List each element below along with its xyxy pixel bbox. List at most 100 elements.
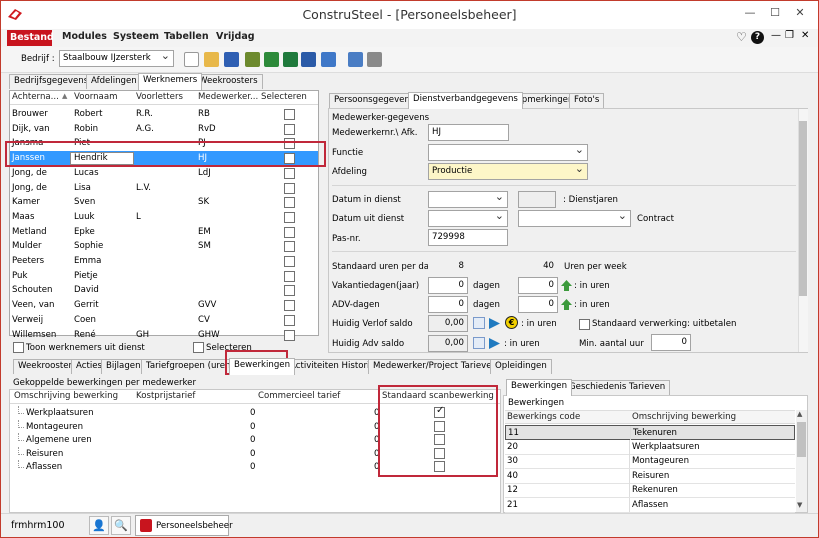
side-scroll-down-icon[interactable]: ▼: [797, 501, 802, 509]
employee-row[interactable]: Verweij Coen CV: [10, 313, 318, 328]
col-voornaam[interactable]: Voornaam: [74, 92, 117, 102]
adv-arrow-icon[interactable]: [561, 299, 572, 310]
mdi-close-button[interactable]: ✕: [801, 30, 809, 41]
standaard-scan-checkbox[interactable]: [434, 405, 445, 418]
print-icon[interactable]: [367, 52, 382, 67]
tab-tariefgroepen[interactable]: Tariefgroepen (uren): [141, 359, 239, 374]
mdi-minimize-button[interactable]: —: [771, 30, 781, 41]
tab-bewerkingen[interactable]: Bewerkingen: [229, 358, 296, 375]
bewerking-row[interactable]: Aflassen 0 0: [10, 460, 500, 475]
menu-vrijdag[interactable]: Vrijdag: [216, 31, 255, 42]
menu-systeem[interactable]: Systeem: [113, 31, 159, 42]
col-selecteren[interactable]: Selecteren: [261, 92, 307, 102]
employee-row[interactable]: Puk Pietje: [10, 269, 318, 284]
selecteren-all-checkbox[interactable]: [193, 342, 204, 353]
form-scrollbar-thumb[interactable]: [799, 121, 807, 296]
adv-dagen-input[interactable]: 0: [428, 296, 468, 313]
filter-icon[interactable]: [245, 52, 260, 67]
verlof-arrow-icon[interactable]: [489, 318, 500, 329]
employee-select-checkbox[interactable]: [284, 241, 295, 253]
adv-refresh-icon[interactable]: [473, 337, 485, 349]
vakantie-arrow-icon[interactable]: [561, 280, 572, 291]
employee-row[interactable]: Schouten David: [10, 283, 318, 298]
word-icon[interactable]: [301, 52, 316, 67]
tab-opleidingen[interactable]: Opleidingen: [490, 359, 552, 374]
medewerkernr-input[interactable]: HJ: [428, 124, 509, 141]
new-document-icon[interactable]: [184, 52, 199, 67]
employee-select-checkbox[interactable]: [284, 109, 295, 120]
open-folder-icon[interactable]: [204, 52, 219, 67]
employee-select-checkbox[interactable]: [284, 300, 295, 312]
datum-in-dienst-select[interactable]: [428, 190, 508, 208]
side-scroll-up-icon[interactable]: ▲: [797, 410, 802, 418]
side-row[interactable]: 30 Montageuren: [505, 454, 795, 469]
datum-uit-dienst-select[interactable]: [428, 209, 508, 227]
employee-first-edit[interactable]: Hendrik: [70, 152, 134, 166]
menu-modules[interactable]: Modules: [62, 31, 107, 42]
col-medewerker[interactable]: Medewerker...: [198, 92, 258, 102]
tab-fotos[interactable]: Foto's: [569, 93, 605, 108]
standaard-scan-checkbox[interactable]: [434, 434, 445, 445]
preview-icon[interactable]: [348, 52, 363, 67]
employee-row[interactable]: Veen, van Gerrit GVV: [10, 298, 318, 313]
employee-select-checkbox[interactable]: [284, 211, 295, 223]
employee-select-checkbox[interactable]: [284, 256, 295, 267]
side-row[interactable]: 40 Reisuren: [505, 468, 795, 484]
employee-select-checkbox[interactable]: [284, 226, 295, 238]
col-side-omschrijving[interactable]: Omschrijving bewerking: [632, 412, 736, 422]
employee-row[interactable]: Jansma Piet PJ: [10, 136, 318, 151]
col-omschrijving[interactable]: Omschrijving bewerking: [14, 391, 118, 401]
employee-row[interactable]: Dijk, van Robin A.G. RvD: [10, 122, 318, 137]
employee-select-checkbox[interactable]: [284, 138, 295, 150]
adv-uren-input[interactable]: 0: [518, 296, 558, 313]
tab-medewerker-project-tarieven[interactable]: Medewerker/Project Tarieven: [368, 359, 502, 374]
export-icon[interactable]: [264, 52, 279, 67]
employee-select-checkbox[interactable]: [284, 329, 295, 341]
tab-bedrijfsgegevens[interactable]: Bedrijfsgegevens: [9, 74, 94, 89]
verlof-refresh-icon[interactable]: [473, 317, 485, 329]
bedrijf-select[interactable]: Staalbouw IJzersterk: [59, 49, 174, 67]
heart-icon[interactable]: ♡: [736, 30, 747, 44]
pas-nr-input[interactable]: 729998: [428, 229, 508, 246]
tab-dienstverbandgegevens[interactable]: Dienstverbandgegevens: [408, 92, 523, 109]
tab-bijlagen[interactable]: Bijlagen: [101, 359, 146, 374]
side-scrollbar-thumb[interactable]: [797, 422, 806, 457]
side-row[interactable]: 21 Aflassen: [505, 497, 795, 513]
tab-side-bewerkingen[interactable]: Bewerkingen: [506, 379, 573, 396]
tab-geschiedenis-tarieven[interactable]: Geschiedenis Tarieven: [564, 380, 671, 395]
menu-bestand[interactable]: Bestand: [7, 30, 54, 46]
employee-row[interactable]: Maas Luuk L: [10, 210, 318, 225]
employee-select-checkbox[interactable]: [284, 182, 295, 194]
col-standaard-scan[interactable]: Standaard scanbewerking: [382, 391, 494, 401]
toon-uit-dienst-checkbox[interactable]: [13, 342, 24, 353]
search-icon[interactable]: 🔍: [111, 516, 131, 535]
add-user-icon[interactable]: 👤: [89, 516, 109, 535]
employee-row[interactable]: JanssenHendrikHJHendrik: [10, 151, 318, 167]
employee-select-checkbox[interactable]: [284, 123, 295, 135]
employee-select-checkbox[interactable]: [284, 153, 295, 165]
employee-select-checkbox[interactable]: [284, 167, 295, 179]
employee-select-checkbox[interactable]: [284, 270, 295, 282]
employee-row[interactable]: Brouwer Robert R.R. RB: [10, 107, 318, 122]
mdi-restore-button[interactable]: ❐: [785, 30, 794, 41]
vakantie-uren-input[interactable]: 0: [518, 277, 558, 294]
employee-row[interactable]: Willemsen René GH GHW: [10, 328, 318, 343]
adv-saldo-arrow-icon[interactable]: [489, 338, 500, 349]
tab-afdelingen[interactable]: Afdelingen: [86, 74, 142, 89]
help-icon[interactable]: ?: [751, 31, 764, 44]
employee-row[interactable]: Peeters Emma: [10, 254, 318, 269]
employee-row[interactable]: Metland Epke EM: [10, 225, 318, 240]
tab-weekroosters[interactable]: Weekroosters: [194, 74, 263, 89]
employee-row[interactable]: Kamer Sven SK: [10, 195, 318, 210]
edit-icon[interactable]: [321, 52, 336, 67]
side-row[interactable]: 20 Werkplaatsuren: [505, 439, 795, 455]
employee-select-checkbox[interactable]: [284, 314, 295, 326]
minimize-button[interactable]: —: [741, 5, 759, 21]
col-voorletters[interactable]: Voorletters: [136, 92, 183, 102]
col-bewerkings-code[interactable]: Bewerkings code: [507, 412, 580, 422]
standaard-scan-checkbox[interactable]: [434, 447, 445, 459]
excel-icon[interactable]: [283, 52, 298, 67]
std-verwerking-checkbox[interactable]: [579, 319, 590, 330]
side-row[interactable]: 11 Tekenuren: [505, 425, 795, 440]
employee-select-checkbox[interactable]: [284, 285, 295, 297]
